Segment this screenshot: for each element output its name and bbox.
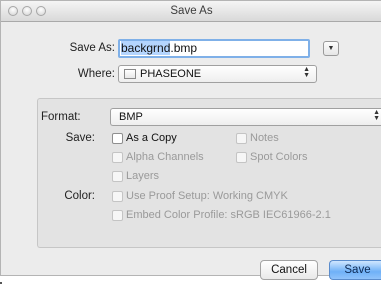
color-options-label: Color:	[64, 190, 95, 202]
as-a-copy-checkbox[interactable]	[112, 133, 123, 144]
up-down-chevron-icon: ▲ ▼	[373, 109, 380, 122]
title-bar: Save As	[1, 1, 381, 22]
notes-label: Notes	[250, 132, 279, 144]
layers-label: Layers	[126, 170, 160, 182]
proof-setup-label: Use Proof Setup: Working CMYK	[126, 190, 288, 202]
layers-checkbox	[112, 171, 123, 182]
filename-input[interactable]: backgrnd.bmp	[118, 39, 310, 58]
embed-color-profile-checkbox	[112, 210, 123, 221]
expand-dialog-button[interactable]: ▼	[323, 41, 339, 56]
disclosure-triangle-icon: ▼	[327, 45, 335, 52]
cancel-button[interactable]: Cancel	[260, 260, 318, 280]
filename-selected-text: backgrnd	[121, 41, 171, 55]
up-down-chevron-icon: ▲ ▼	[303, 66, 310, 79]
save-as-dialog: Save As Save As: backgrnd.bmp ▼ Where: P…	[0, 0, 381, 280]
proof-setup-checkbox	[112, 191, 123, 202]
filename-extension: .bmp	[170, 41, 198, 55]
stray-dot	[0, 282, 2, 284]
folder-icon	[124, 69, 136, 79]
alpha-channels-label: Alpha Channels	[126, 151, 204, 163]
alpha-channels-checkbox	[112, 152, 123, 163]
window-title: Save As	[170, 5, 213, 17]
spot-colors-checkbox	[236, 152, 247, 163]
spot-colors-label: Spot Colors	[250, 151, 308, 163]
where-value: PHASEONE	[140, 68, 202, 80]
where-label: Where:	[77, 68, 115, 80]
save-button[interactable]: Save	[329, 260, 381, 280]
embed-color-profile-label: Embed Color Profile: sRGB IEC61966-2.1	[126, 209, 331, 221]
where-popup[interactable]: PHASEONE ▲ ▼	[118, 65, 317, 83]
save-options-label: Save:	[65, 132, 95, 144]
notes-checkbox	[236, 133, 247, 144]
format-value: BMP	[119, 111, 143, 123]
as-a-copy-label: As a Copy	[126, 132, 177, 144]
format-popup[interactable]: BMP ▲ ▼	[110, 108, 381, 126]
format-label: Format:	[41, 111, 81, 123]
save-as-label: Save As:	[69, 42, 115, 54]
